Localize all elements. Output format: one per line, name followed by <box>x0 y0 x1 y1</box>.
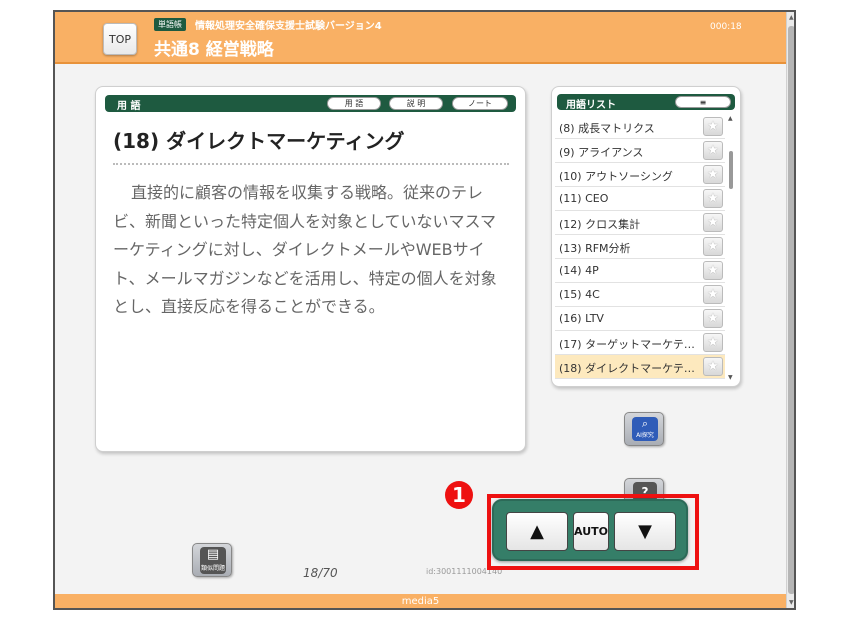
list-item-label: (14) 4P <box>559 264 599 277</box>
magnifier-icon: ⌕ <box>641 417 649 430</box>
callout-number-badge: 1 <box>445 481 473 509</box>
description-tab-button[interactable]: 説 明 <box>389 97 443 110</box>
list-scrollbar[interactable]: ▲ ▼ <box>727 115 735 381</box>
list-item-label: (13) RFM分析 <box>559 242 631 255</box>
term-title: (18) ダイレクトマーケティング <box>113 129 405 153</box>
list-scroll-thumb[interactable] <box>729 151 733 189</box>
top-button[interactable]: TOP <box>103 23 137 55</box>
similar-questions-label: 類似問題 <box>200 565 225 572</box>
ai-explore-button[interactable]: ⌕ AI探究 <box>624 412 664 446</box>
term-description: 直接的に顧客の情報を収集する戦略。従来のテレビ、新聞といった特定個人を対象として… <box>113 183 497 316</box>
document-icon: ▤ <box>206 547 220 562</box>
star-icon[interactable]: ★ <box>703 189 723 208</box>
list-item[interactable]: (11) CEO ★ <box>555 187 725 211</box>
next-button[interactable]: ▼ <box>614 512 676 551</box>
list-item[interactable]: (16) LTV ★ <box>555 307 725 331</box>
tag-badge: 単語帳 <box>154 18 186 31</box>
list-item[interactable]: (15) 4C ★ <box>555 283 725 307</box>
term-list-label: 用語リスト <box>566 100 616 111</box>
ai-explore-label: AI探究 <box>636 432 654 439</box>
list-item-label: (12) クロス集計 <box>559 218 641 231</box>
exam-title: 情報処理安全確保支援士試験バージョン4 <box>195 21 382 32</box>
star-icon[interactable]: ★ <box>703 237 723 256</box>
window-scroll-down-icon[interactable]: ▼ <box>789 599 794 606</box>
star-icon[interactable]: ★ <box>703 357 723 376</box>
list-item-label: (9) アライアンス <box>559 146 644 159</box>
list-item-label: (17) ターゲットマーケテ… <box>559 338 695 351</box>
term-section-label: 用 語 <box>117 101 141 112</box>
auto-button[interactable]: AUTO <box>573 512 609 551</box>
star-icon[interactable]: ★ <box>703 141 723 160</box>
window-scroll-up-icon[interactable]: ▲ <box>789 14 794 21</box>
term-list-panel: 用語リスト ≡ (8) 成長マトリクス ★ (9) アライアンス ★ (10) アウトソ… <box>551 86 741 387</box>
prev-button[interactable]: ▲ <box>506 512 568 551</box>
star-icon[interactable]: ★ <box>703 309 723 328</box>
divider <box>113 163 509 165</box>
star-icon[interactable]: ★ <box>703 117 723 136</box>
term-panel: 用 語 用 語 説 明 ノート (18) ダイレクトマーケティング 直接的に顧客… <box>95 86 526 452</box>
page-count: 18/70 <box>303 566 338 580</box>
star-icon[interactable]: ★ <box>703 285 723 304</box>
list-item[interactable]: (14) 4P ★ <box>555 259 725 283</box>
similar-questions-icon: ▤ 類似問題 <box>200 547 226 574</box>
list-item-label: (18) ダイレクトマーケテ… <box>559 362 695 375</box>
list-item-label: (11) CEO <box>559 192 609 205</box>
list-item[interactable]: (9) アライアンス ★ <box>555 139 725 163</box>
timer: 000:18 <box>710 22 742 32</box>
list-item-label: (8) 成長マトリクス <box>559 122 655 135</box>
term-list: (8) 成長マトリクス ★ (9) アライアンス ★ (10) アウトソーシング ★ (11… <box>555 115 725 379</box>
chapter-title: 共通8 経営戦略 <box>154 40 274 60</box>
list-item-label: (15) 4C <box>559 288 600 301</box>
similar-questions-button[interactable]: ▤ 類似問題 <box>192 543 232 577</box>
note-tab-button[interactable]: ノート <box>452 97 508 110</box>
nav-button-group: ▲ AUTO ▼ <box>492 499 688 561</box>
ai-explore-icon: ⌕ AI探究 <box>632 417 658 441</box>
list-item-label: (16) LTV <box>559 312 604 325</box>
list-item[interactable]: (12) クロス集計 ★ <box>555 211 725 235</box>
star-icon[interactable]: ★ <box>703 213 723 232</box>
header: TOP 単語帳 情報処理安全確保支援士試験バージョン4 共通8 経営戦略 000… <box>55 12 786 64</box>
star-icon[interactable]: ★ <box>703 333 723 352</box>
star-icon[interactable]: ★ <box>703 261 723 280</box>
list-item[interactable]: (8) 成長マトリクス ★ <box>555 115 725 139</box>
scroll-up-icon[interactable]: ▲ <box>728 115 733 122</box>
scroll-down-icon[interactable]: ▼ <box>728 374 733 381</box>
window-scrollbar[interactable]: ▲ ▼ <box>786 12 794 608</box>
footer: media5 <box>55 594 786 608</box>
window-scroll-thumb[interactable] <box>788 26 794 594</box>
list-item[interactable]: (13) RFM分析 ★ <box>555 235 725 259</box>
list-menu-button[interactable]: ≡ <box>675 96 731 108</box>
term-list-bar: 用語リスト ≡ <box>557 94 735 111</box>
star-icon[interactable]: ★ <box>703 165 723 184</box>
list-item[interactable]: (18) ダイレクトマーケテ… ★ <box>555 355 725 379</box>
list-item[interactable]: (10) アウトソーシング ★ <box>555 163 725 187</box>
term-panel-bar: 用 語 用 語 説 明 ノート <box>105 95 516 112</box>
term-tab-button[interactable]: 用 語 <box>327 97 381 110</box>
list-item-label: (10) アウトソーシング <box>559 170 673 183</box>
list-item[interactable]: (17) ターゲットマーケテ… ★ <box>555 331 725 355</box>
